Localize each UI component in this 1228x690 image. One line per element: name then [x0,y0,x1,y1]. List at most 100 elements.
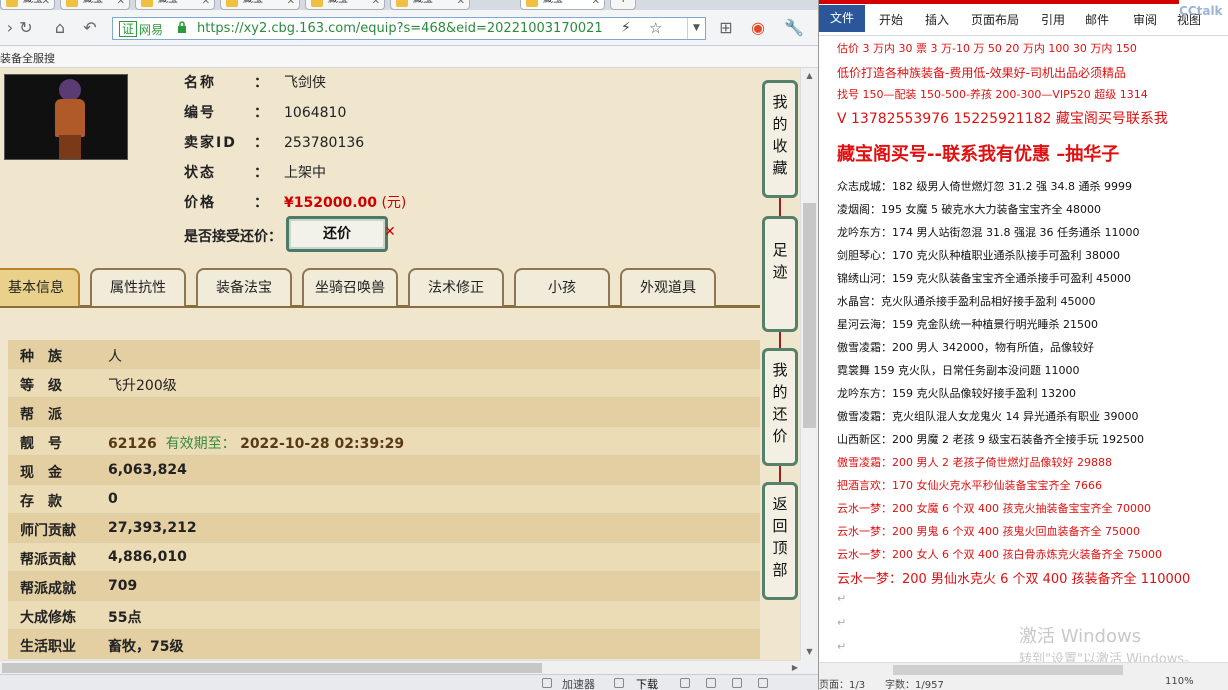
window-icon[interactable] [680,678,690,688]
zoom-level[interactable]: 110% [1165,676,1194,687]
doc-line[interactable]: 剑胆琴心：170 克火队种植职业通杀队接手可盈利 38000 [837,247,1120,263]
tab-references[interactable]: 引用 [1041,11,1065,28]
vertical-scrollbar[interactable]: ▲ ▼ [800,68,818,660]
browser-tab[interactable]: 藏宝✕ [220,0,300,10]
back-to-top-button[interactable]: 返回顶部 [762,482,798,600]
doc-line[interactable]: 龙吟东方：159 克火队品像较好接手盈利 13200 [837,385,1076,401]
table-row: 帮派 [8,398,760,427]
lock-icon [178,21,186,33]
scroll-up-icon[interactable]: ▲ [801,68,818,84]
close-icon[interactable]: ✕ [372,0,380,9]
tab-mounts-summons[interactable]: 坐骑召唤兽 [302,268,398,306]
scroll-down-icon[interactable]: ▼ [801,644,818,660]
info-row-seller: 卖家ID ： 253780136 [184,132,364,156]
activation-watermark-title: 激活 Windows [1019,626,1142,647]
doc-line[interactable]: 凌烟阁：195 女魔 5 破克水大力装备宝宝齐全 48000 [837,201,1101,217]
tab-favicon-icon [526,0,538,7]
close-icon[interactable]: ✕ [117,0,125,9]
doc-line[interactable]: 云水一梦：200 男鬼 6 个双 400 孩鬼火回血装备齐全 75000 [837,523,1140,539]
doc-line[interactable]: 傲雪凌霜：200 男人 2 老孩子倚世燃灯品像较好 29888 [837,454,1112,470]
browser-tab[interactable]: 藏宝✕ [390,0,470,10]
doc-line[interactable]: 云水一梦：200 女魔 6 个双 400 孩克火抽装备宝宝齐全 70000 [837,500,1151,516]
chevron-down-icon[interactable]: ▼ [687,18,705,39]
close-icon[interactable]: ✕ [202,0,210,9]
tab-attributes[interactable]: 属性抗性 [90,268,186,306]
doc-line[interactable]: 山西新区：200 男魔 2 老孩 9 级宝石装备齐全接手玩 192500 [837,431,1144,447]
close-icon[interactable]: ✕ [384,224,396,240]
lightning-icon[interactable]: ⚡ [621,20,631,36]
page-count[interactable]: 页面：1/3 [819,676,865,690]
scrollbar-thumb[interactable] [2,663,542,673]
doc-line[interactable]: 龙吟东方：174 男人站街忽混 31.8 强混 36 任务通杀 11000 [837,224,1139,240]
tab-home[interactable]: 开始 [879,11,903,28]
star-icon[interactable]: ☆ [649,19,662,37]
bargain-button[interactable]: 还价 [286,216,388,252]
grid-icon[interactable]: ⊞ [716,18,736,38]
url-text[interactable]: https://xy2.cbg.163.com/equip?s=468&eid=… [197,21,617,36]
close-icon[interactable]: ✕ [592,0,600,9]
doc-line[interactable]: 锦绣山河：159 克火队装备宝宝齐全通杀接手可盈利 45000 [837,270,1131,286]
doc-line[interactable]: 云水一梦：200 男仙水克火 6 个双 400 孩装备齐全 110000 [837,568,1190,587]
browser-tab-active[interactable]: 藏宝 ✕ [520,0,605,10]
address-bar[interactable]: 证 网易 https://xy2.cbg.163.com/equip?s=468… [112,17,706,40]
doc-line[interactable]: 云水一梦：200 女人 6 个双 400 孩白骨赤炼克火装备齐全 75000 [837,546,1162,562]
doc-line[interactable]: 众志成城：182 级男人倚世燃灯忽 31.2 强 34.8 通杀 9999 [837,178,1132,194]
browser-tab[interactable]: 藏宝✕ [0,0,55,10]
doc-line[interactable]: 估价 3 万内 30 票 3 万-10 万 50 20 万内 100 30 万内… [837,40,1137,56]
horizontal-scrollbar[interactable]: ▶ [0,660,800,674]
favorite-link[interactable]: 装备全服搜 [0,50,55,66]
doc-line[interactable]: 低价打造各种族装备-费用低-效果好-司机出品必须精品 [837,64,1126,81]
paragraph-mark-icon: ↵ [837,616,847,629]
info-colon: ： [254,105,268,121]
wrench-icon[interactable]: 🔧 [784,18,804,38]
scroll-right-icon[interactable]: ▶ [792,661,798,675]
zoom-icon[interactable] [732,678,742,688]
settings-icon[interactable] [758,678,768,688]
doc-line[interactable]: V 13782553976 15225921182 藏宝阁买号联系我 [837,108,1168,128]
close-icon[interactable]: ✕ [457,0,465,9]
doc-line[interactable]: 霓裳舞 159 克火队，日常任务副本没问题 11000 [837,362,1079,378]
doc-line[interactable]: 找号 150—配装 150-500-养孩 200-300—VIP520 超级 1… [837,86,1148,102]
doc-line[interactable]: 水晶宫：克火队通杀接手盈利品相好接手盈利 45000 [837,293,1096,309]
footprints-button[interactable]: 足迹 [762,216,798,332]
close-icon[interactable]: ✕ [287,0,295,9]
doc-line[interactable]: 把酒言欢：170 女仙火克水平秒仙装备宝宝齐全 7666 [837,477,1102,493]
tab-insert[interactable]: 插入 [925,11,949,28]
tab-basic-info[interactable]: 基本信息 [0,268,80,306]
word-horizontal-scrollbar[interactable] [819,662,1228,676]
gamepad-icon[interactable]: ◉ [748,18,768,38]
my-bargains-button[interactable]: 我的还价 [762,348,798,466]
close-icon[interactable]: ✕ [42,0,50,9]
accelerator-label[interactable]: 加速器 [562,676,595,690]
row-key: 帮派 [20,407,76,423]
doc-line[interactable]: 星河云海：159 克金队统一种植景行明光睡杀 21500 [837,316,1098,332]
download-label[interactable]: 下载 [636,676,658,690]
my-favorites-button[interactable]: 我的收藏 [762,80,798,198]
undo-close-icon[interactable]: ↶ [80,18,100,38]
scrollbar-thumb[interactable] [893,665,1123,675]
info-value: 上架中 [284,165,326,181]
row-key: 帮派贡献 [20,552,76,568]
home-icon[interactable]: ⌂ [50,18,70,38]
doc-line[interactable]: 傲雪凌霜：克火组队混人女龙鬼火 14 异光通杀有职业 39000 [837,408,1138,424]
scrollbar-thumb[interactable] [803,203,816,428]
doc-line[interactable]: 傲雪凌霜：200 男人 342000，物有所值，品像较好 [837,339,1094,355]
character-portrait [4,74,128,160]
tab-spell-correction[interactable]: 法术修正 [408,268,504,306]
sound-icon[interactable] [706,678,716,688]
tab-page-layout[interactable]: 页面布局 [971,11,1019,28]
doc-line[interactable]: 藏宝阁买号--联系我有优惠 –抽华子 [837,140,1119,166]
tab-review[interactable]: 审阅 [1133,11,1157,28]
browser-tab[interactable]: 藏宝✕ [60,0,130,10]
new-tab-button[interactable]: + [610,0,636,10]
info-row-price: 价格 ： ¥152000.00 (元) [184,192,406,216]
tab-file[interactable]: 文件 [819,5,865,32]
tab-appearance-items[interactable]: 外观道具 [620,268,716,306]
word-count[interactable]: 字数：1/957 [885,676,944,690]
browser-tab[interactable]: 藏宝✕ [135,0,215,10]
tab-mailings[interactable]: 邮件 [1085,11,1109,28]
browser-tab[interactable]: 藏宝✕ [305,0,385,10]
tab-equipment[interactable]: 装备法宝 [196,268,292,306]
reload-icon[interactable]: ↻ [16,18,36,38]
tab-children[interactable]: 小孩 [514,268,610,306]
